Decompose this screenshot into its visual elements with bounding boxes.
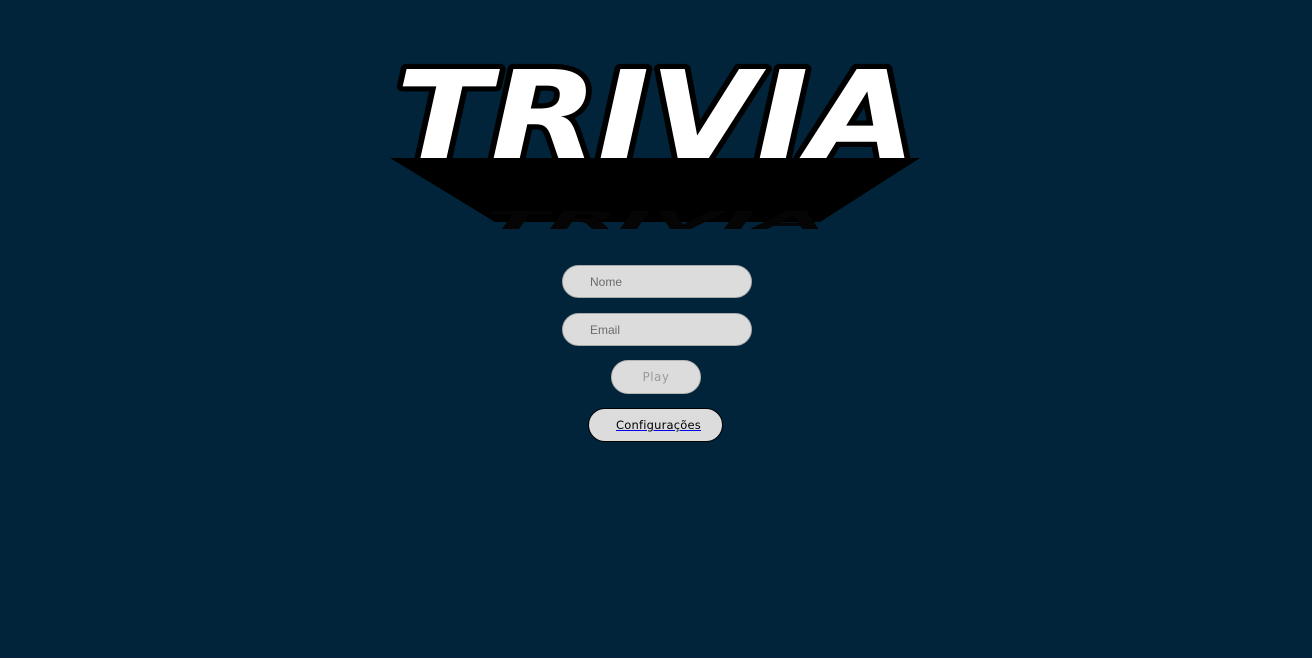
play-button[interactable]: Play [611, 360, 701, 394]
logo-text: TRIVIA [396, 46, 916, 188]
name-input[interactable] [562, 265, 752, 298]
settings-link-label: Configurações [616, 418, 701, 432]
email-input[interactable] [562, 313, 752, 346]
logo-shadow-text: TRIVIA [486, 207, 826, 230]
trivia-logo: TRIVIA TRIVIA TRIVIA [380, 30, 932, 230]
trivia-logo-graphic: TRIVIA TRIVIA TRIVIA [390, 40, 922, 230]
settings-button[interactable]: Configurações [588, 408, 723, 442]
login-page: TRIVIA TRIVIA TRIVIA Play Configurações [0, 0, 1312, 658]
